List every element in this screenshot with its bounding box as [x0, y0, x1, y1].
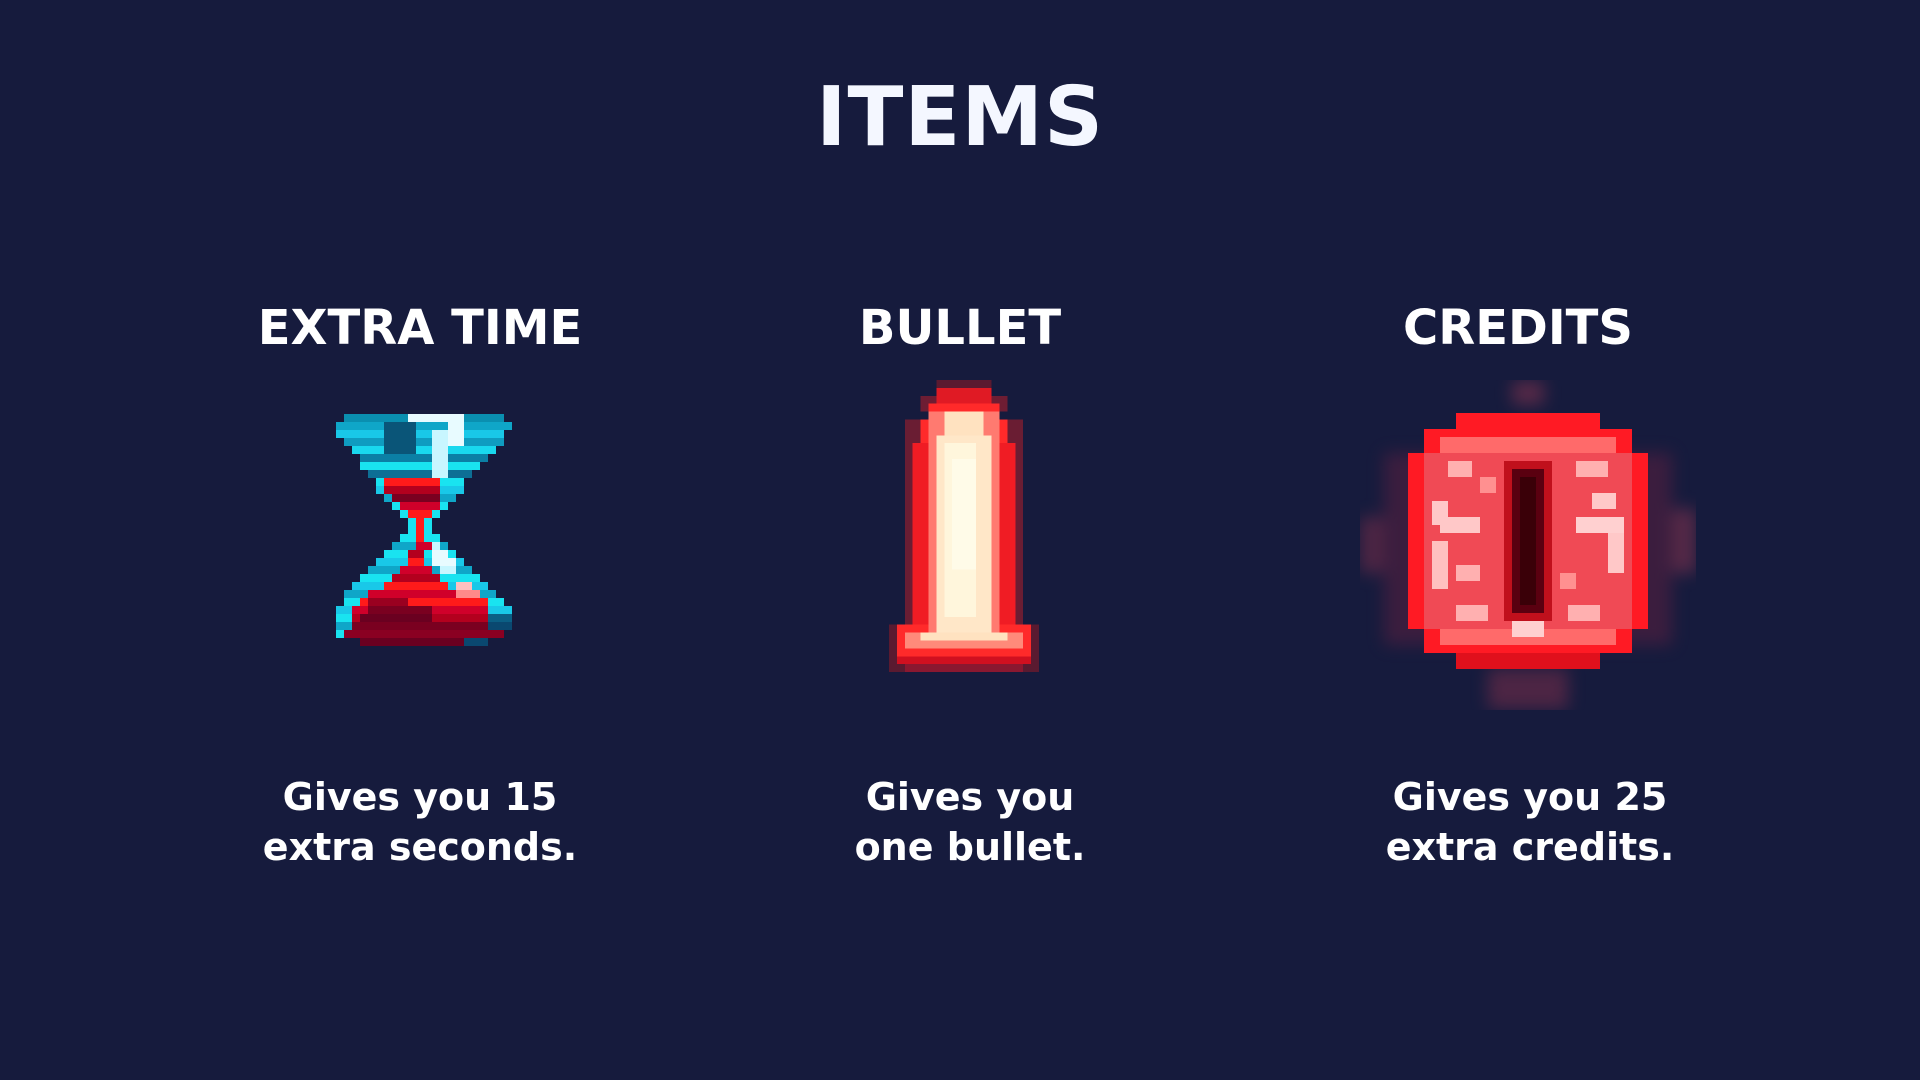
item-name: BULLET: [858, 300, 1062, 356]
item-name: CREDITS: [1403, 300, 1633, 356]
item-description: Gives you 25 extra credits.: [1270, 772, 1790, 872]
hourglass-icon: [336, 384, 512, 684]
screen-title: ITEMS: [815, 70, 1105, 165]
item-name: EXTRA TIME: [257, 300, 583, 356]
item-description: Gives you one bullet.: [710, 772, 1230, 872]
item-description: Gives you 15 extra seconds.: [160, 772, 680, 872]
description-line-2: extra credits.: [1385, 825, 1675, 869]
description-line-1: Gives you 15: [282, 775, 558, 819]
credit-coin-icon: [1360, 380, 1696, 710]
bullet-icon: [888, 380, 1040, 680]
description-line-1: Gives you: [865, 775, 1075, 819]
description-line-2: one bullet.: [854, 825, 1086, 869]
description-line-1: Gives you 25: [1392, 775, 1668, 819]
description-line-2: extra seconds.: [262, 825, 578, 869]
